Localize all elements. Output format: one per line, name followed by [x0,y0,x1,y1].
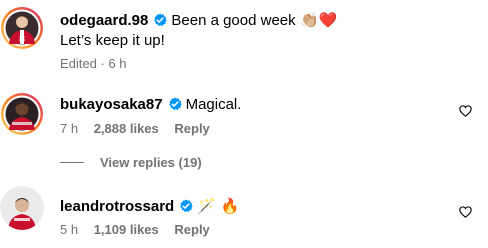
comment-emoji: 👏🏼❤️ [300,11,338,29]
comment-likes[interactable]: 1,109 likes [94,222,159,237]
comment-meta: 7 h 2,888 likes Reply [60,121,222,137]
replies-divider [60,162,84,163]
reply-button[interactable]: Reply [174,222,209,237]
avatar[interactable] [0,92,44,136]
avatar[interactable]: 8 [0,6,44,50]
comment-text-line2: Let’s keep it up! [60,32,165,49]
comment-meta: 5 h 1,109 likes Reply [60,222,222,238]
comment-username[interactable]: bukayosaka87 [60,96,163,113]
comment-time: 7 h [60,121,79,136]
comment-emoji: 🪄 🔥 [197,197,240,215]
comment-username[interactable]: odegaard.98 [60,12,148,29]
view-replies-label: View replies (19) [100,155,202,170]
comment-text: Been a good week [171,12,296,29]
reply-button[interactable]: Reply [174,121,209,136]
svg-text:8: 8 [19,35,25,45]
player-jersey-avatar-icon: 8 [1,7,43,49]
comment-likes[interactable]: 2,888 likes [94,121,159,136]
comment-time: Edited · 6 h [60,56,127,71]
comment-meta: Edited · 6 h [60,56,139,72]
verified-badge-icon [179,199,193,219]
comment-time: 5 h [60,222,79,237]
comment-username[interactable]: leandrotrossard [60,198,174,215]
avatar[interactable] [0,186,44,230]
verified-badge-icon [168,97,182,117]
verified-badge-icon [153,13,167,33]
heart-icon[interactable] [459,206,472,218]
player-avatar-icon [1,93,43,135]
view-replies-button[interactable]: View replies (19) [60,155,202,171]
comment-text: Magical. [185,96,242,113]
player-avatar-icon [0,186,44,230]
heart-icon[interactable] [459,105,472,117]
